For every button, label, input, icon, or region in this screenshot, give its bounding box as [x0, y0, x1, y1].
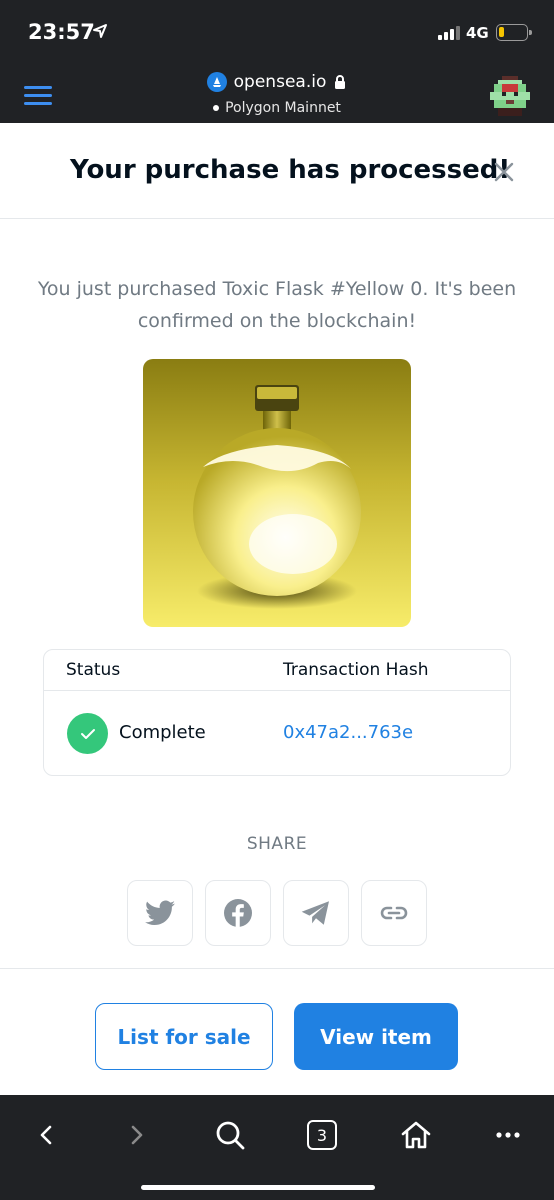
forward-button[interactable] [117, 1115, 157, 1155]
signal-icon [438, 26, 460, 40]
hash-header: Transaction Hash [283, 660, 429, 680]
status-time: 23:57 [28, 20, 95, 44]
chevron-left-icon [40, 1125, 52, 1145]
home-icon [401, 1121, 431, 1149]
close-icon[interactable] [492, 160, 516, 184]
nft-image[interactable] [143, 359, 411, 627]
more-dots-icon [496, 1132, 520, 1138]
list-for-sale-button[interactable]: List for sale [95, 1003, 273, 1070]
checkmark-icon [67, 713, 108, 754]
purchase-message: You just purchased Toxic Flask #Yellow 0… [37, 278, 517, 332]
network-name: Polygon Mainnet [225, 100, 341, 116]
status-header: Status [66, 660, 121, 680]
link-icon [380, 906, 408, 920]
facebook-icon [224, 899, 252, 927]
telegram-icon [301, 901, 329, 925]
share-facebook-button[interactable] [205, 880, 271, 946]
share-telegram-button[interactable] [283, 880, 349, 946]
url-bar[interactable]: opensea.io [0, 72, 554, 92]
more-button[interactable] [488, 1115, 528, 1155]
twitter-icon [145, 900, 175, 925]
search-icon [216, 1121, 245, 1150]
home-indicator [141, 1185, 375, 1190]
url-text: opensea.io [233, 72, 327, 92]
view-item-button[interactable]: View item [294, 1003, 458, 1070]
modal-title: Your purchase has processed! [70, 155, 511, 185]
network-type: 4G [466, 24, 489, 42]
table-divider [44, 690, 510, 691]
modal-footer: List for sale View item [0, 968, 554, 1095]
opensea-logo-icon [206, 72, 227, 92]
status-value: Complete [119, 722, 206, 743]
tabs-button[interactable]: 3 [302, 1115, 342, 1155]
tab-count: 3 [307, 1120, 337, 1150]
transaction-table: Status Transaction Hash Complete 0x47a2.… [43, 649, 511, 776]
purchase-modal: Your purchase has processed! You just pu… [0, 123, 554, 1095]
back-button[interactable] [26, 1115, 66, 1155]
network-indicator: Polygon Mainnet [0, 100, 554, 116]
search-button[interactable] [210, 1115, 250, 1155]
share-label: SHARE [246, 834, 308, 854]
lock-icon [335, 75, 346, 89]
avatar[interactable] [490, 76, 530, 116]
battery-icon [496, 24, 532, 41]
share-link-button[interactable] [361, 880, 427, 946]
chevron-right-icon [131, 1125, 143, 1145]
browser-header: opensea.io Polygon Mainnet [0, 64, 554, 123]
share-twitter-button[interactable] [127, 880, 193, 946]
modal-header: Your purchase has processed! [0, 123, 554, 219]
network-dot-icon [213, 105, 220, 111]
share-buttons [127, 880, 427, 946]
transaction-hash-link[interactable]: 0x47a2...763e [283, 722, 413, 743]
home-button[interactable] [396, 1115, 436, 1155]
location-arrow-icon [93, 24, 107, 38]
status-bar: 23:57 4G [0, 0, 554, 64]
